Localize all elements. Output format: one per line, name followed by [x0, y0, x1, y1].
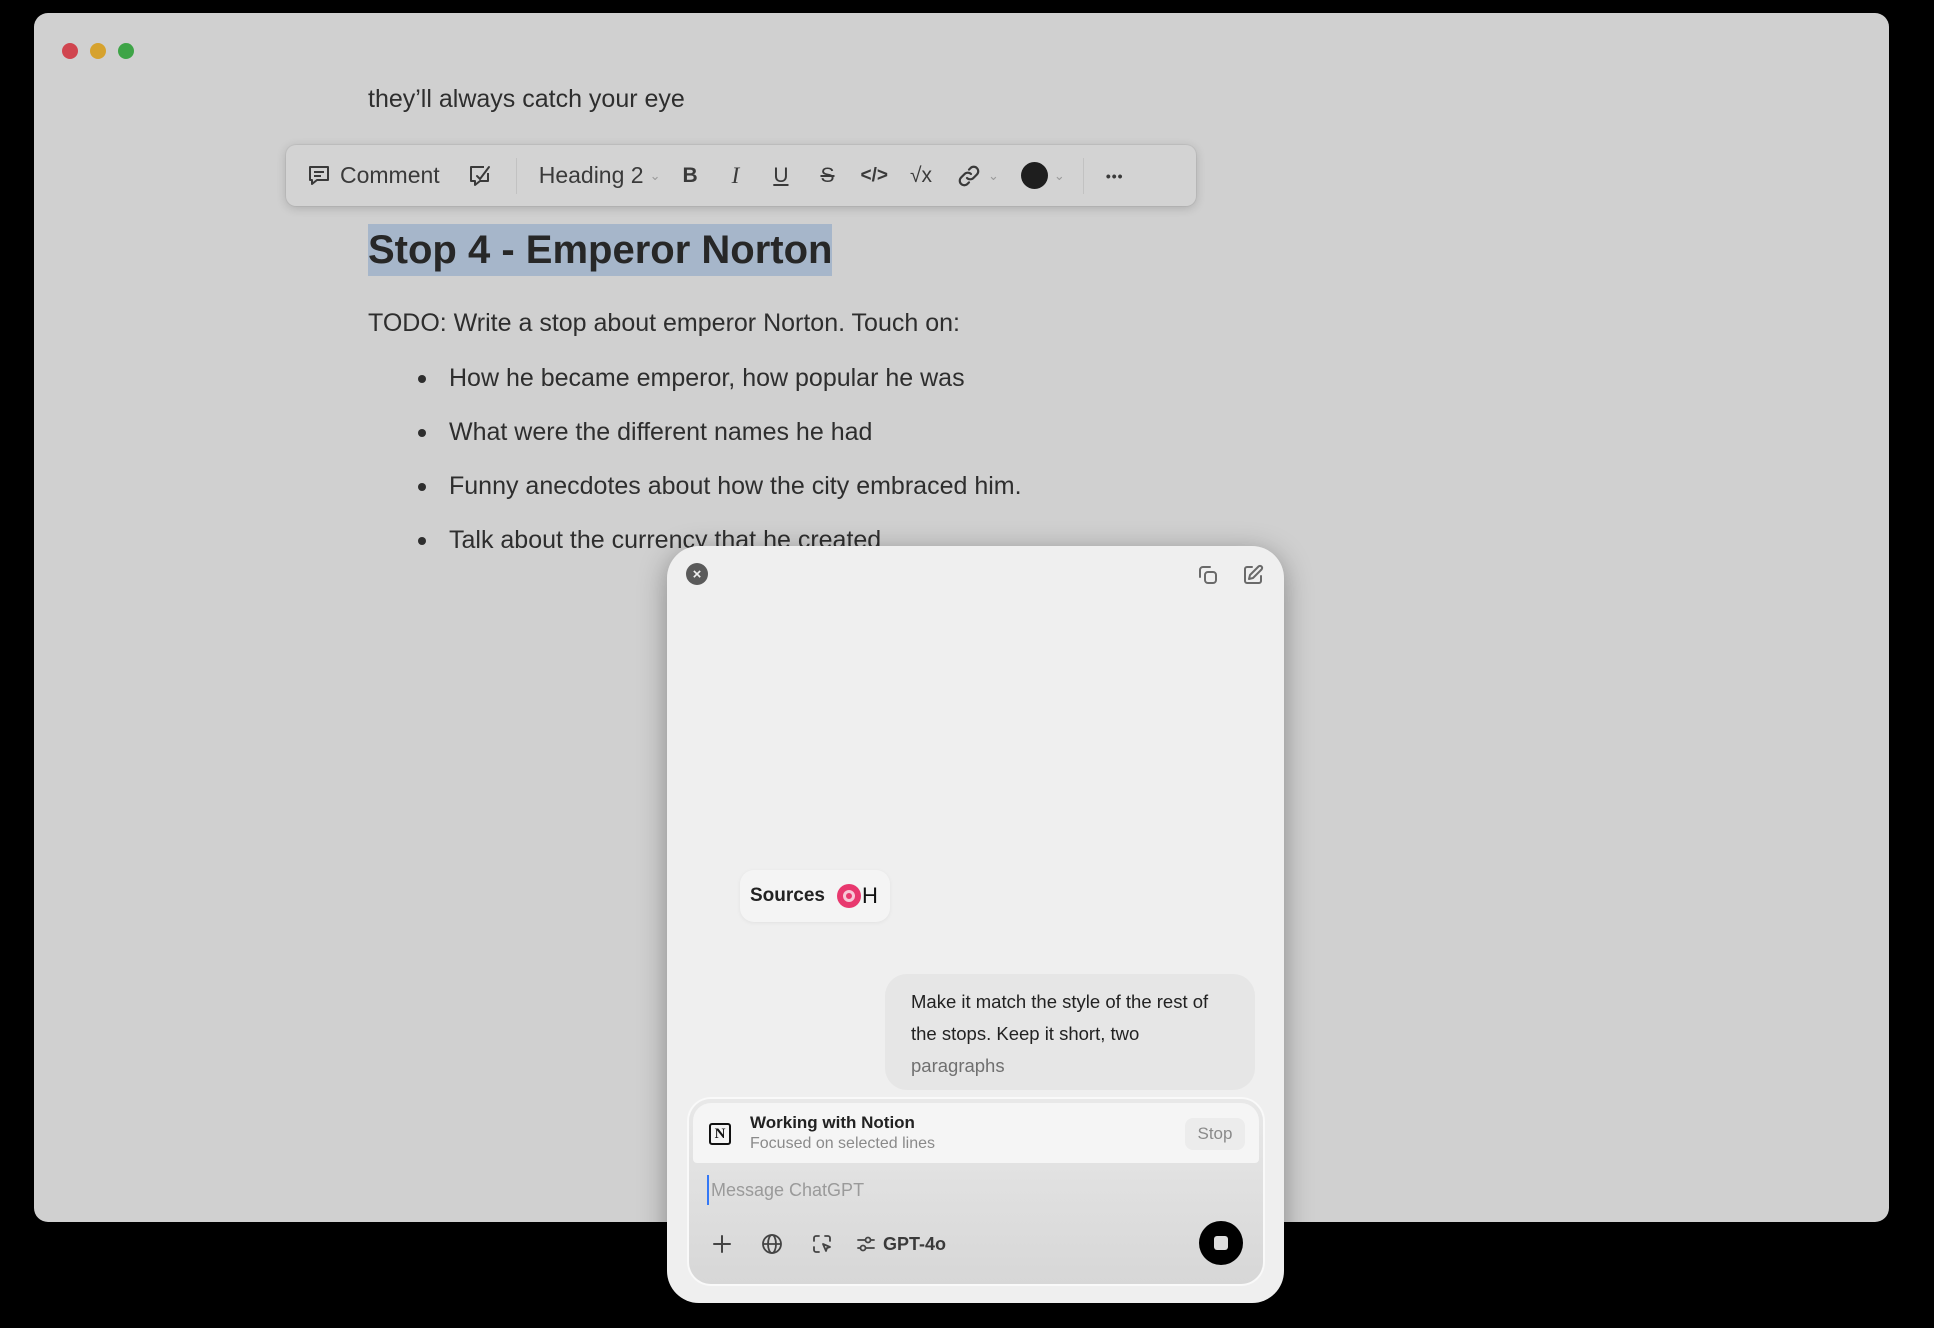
notion-icon: N	[709, 1123, 731, 1145]
message-composer: N Working with Notion Focused on selecte…	[689, 1099, 1263, 1284]
intro-text: they’ll always catch your eye	[368, 85, 685, 113]
comment-label: Comment	[340, 162, 440, 188]
block-type-label: Heading 2	[538, 162, 644, 188]
user-message-line: the stops. Keep it short, two	[911, 1023, 1140, 1044]
compose-icon	[1244, 564, 1264, 584]
working-with-app-banner: N Working with Notion Focused on selecte…	[693, 1103, 1259, 1163]
sources-chip[interactable]: Sources H	[740, 870, 890, 922]
close-panel-button[interactable]: ×	[686, 563, 708, 585]
ai-edit-icon	[466, 162, 494, 190]
screen-capture-button[interactable]	[805, 1227, 839, 1261]
link-button[interactable]: ⌄	[956, 145, 999, 206]
source-favicon-icon: H	[861, 883, 878, 908]
text-color-icon	[1020, 162, 1048, 189]
bullet-dot	[418, 375, 426, 383]
bold-icon: B	[682, 163, 698, 187]
more-icon: •••	[1105, 167, 1124, 184]
chevron-down-icon: ⌄	[988, 167, 999, 183]
comment-button[interactable]: Comment	[306, 145, 440, 206]
link-icon	[956, 163, 982, 189]
close-icon: ×	[692, 565, 702, 583]
globe-icon	[762, 1234, 782, 1254]
zoom-window-button[interactable]	[118, 43, 134, 59]
formatting-toolbar: Comment Heading 2 ⌄ B I U S </> √x ⌄ ⌄ •…	[286, 145, 1196, 206]
code-button[interactable]: </>	[861, 145, 888, 206]
stop-working-button[interactable]: Stop	[1185, 1118, 1245, 1150]
source-favicon-icon	[836, 884, 861, 908]
equation-icon: √x	[909, 163, 933, 187]
bold-button[interactable]: B	[682, 145, 697, 206]
minimize-window-button[interactable]	[90, 43, 106, 59]
strikethrough-button[interactable]: S	[820, 145, 834, 206]
stop-icon	[1214, 1236, 1228, 1250]
comment-icon	[306, 163, 332, 189]
model-label: GPT-4o	[883, 1233, 947, 1254]
user-message-line: Make it match the style of the rest of	[911, 991, 1209, 1012]
bullet-list: How he became emperor, how popular he wa…	[368, 364, 1022, 580]
page-heading[interactable]: Stop 4 - Emperor Norton	[368, 224, 833, 276]
italic-icon: I	[731, 162, 740, 188]
toolbar-divider	[515, 157, 517, 194]
underline-button[interactable]: U	[773, 145, 788, 206]
web-search-button[interactable]	[755, 1227, 789, 1261]
todo-paragraph[interactable]: TODO: Write a stop about emperor Norton.…	[368, 309, 960, 338]
close-window-button[interactable]	[62, 43, 78, 59]
sources-label: Sources	[750, 885, 825, 906]
new-chat-button[interactable]	[1241, 563, 1265, 592]
underline-icon: U	[773, 163, 789, 187]
sliders-icon	[857, 1236, 875, 1252]
text-color-button[interactable]: ⌄	[1020, 145, 1065, 206]
strikethrough-icon: S	[820, 163, 835, 187]
plus-icon	[713, 1235, 731, 1253]
model-selector[interactable]: GPT-4o	[855, 1233, 946, 1255]
bullet-dot	[418, 429, 426, 437]
code-icon: </>	[860, 164, 888, 186]
list-item[interactable]: What were the different names he had	[368, 418, 872, 472]
bullet-dot	[418, 537, 426, 545]
working-title: Working with Notion	[750, 1113, 915, 1132]
equation-button[interactable]: √x	[910, 145, 932, 206]
attach-button[interactable]	[705, 1227, 739, 1261]
user-message-line: paragraphs	[911, 1055, 1005, 1076]
chevron-down-icon: ⌄	[649, 167, 661, 183]
chatgpt-panel: × Sources H Make it match the style of t…	[667, 546, 1284, 1303]
working-subtitle: Focused on selected lines	[750, 1135, 935, 1152]
stop-generating-button[interactable]	[1199, 1221, 1243, 1265]
selected-heading-text[interactable]: Stop 4 - Emperor Norton	[368, 224, 833, 276]
chevron-down-icon: ⌄	[1053, 167, 1065, 183]
message-input[interactable]	[707, 1175, 1213, 1205]
copy-icon	[1199, 566, 1217, 584]
italic-button[interactable]: I	[732, 145, 740, 206]
list-item[interactable]: How he became emperor, how popular he wa…	[368, 364, 965, 418]
bullet-dot	[418, 483, 426, 491]
more-button[interactable]: •••	[1106, 145, 1124, 206]
ai-edit-button[interactable]	[466, 145, 494, 206]
screen-select-icon	[813, 1235, 831, 1253]
list-item[interactable]: Funny anecdotes about how the city embra…	[368, 472, 1022, 526]
toolbar-divider	[1082, 157, 1084, 194]
block-type-dropdown[interactable]: Heading 2 ⌄	[539, 145, 661, 206]
user-message-bubble: Make it match the style of the rest of t…	[885, 974, 1255, 1090]
list-item[interactable]: Talk about the currency that he created	[368, 526, 881, 580]
copy-button[interactable]	[1196, 563, 1220, 592]
composer-tools: GPT-4o	[705, 1227, 946, 1261]
